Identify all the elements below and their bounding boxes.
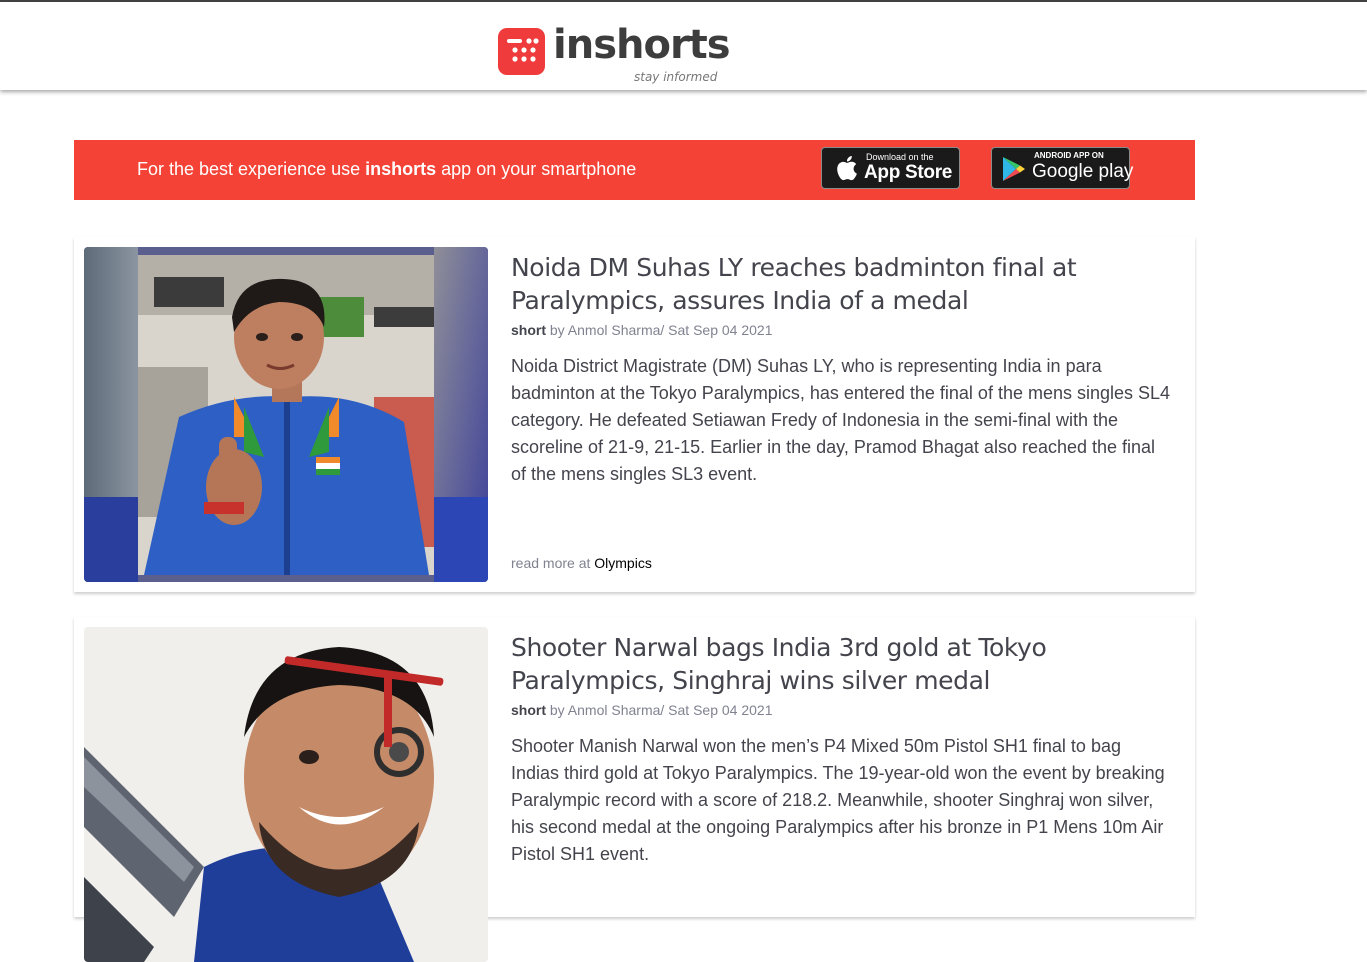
news-tag: short <box>511 322 546 338</box>
logo-text: inshorts <box>553 22 731 68</box>
inshorts-logo-icon <box>498 28 545 75</box>
apple-icon <box>837 156 857 181</box>
news-body: Noida District Magistrate (DM) Suhas LY,… <box>511 356 1171 484</box>
read-more: read more at Olympics <box>511 555 652 571</box>
banner-text-prefix: For the best experience use <box>137 159 366 179</box>
app-store-button[interactable]: Download on the App Store <box>821 147 960 189</box>
banner-text-brand: inshorts <box>365 159 437 179</box>
banner-text-suffix: app on your smartphone <box>436 159 637 179</box>
google-play-icon <box>1003 157 1025 181</box>
news-title[interactable]: Noida DM Suhas LY reaches badminton fina… <box>511 251 1151 317</box>
gplay-small-text: ANDROID APP ON <box>1034 151 1104 160</box>
logo-tagline: stay informed <box>634 70 718 84</box>
appstore-big-text: App Store <box>864 162 953 183</box>
news-byline: by Anmol Sharma/ Sat Sep 04 2021 <box>546 702 773 718</box>
news-card: Noida DM Suhas LY reaches badminton fina… <box>74 237 1195 592</box>
news-title[interactable]: Shooter Narwal bags India 3rd gold at To… <box>511 631 1151 697</box>
site-header: inshorts stay informed <box>0 2 1367 90</box>
news-body: Shooter Manish Narwal won the men’s P4 M… <box>511 736 1165 864</box>
banner-text: For the best experience use inshorts app… <box>137 159 636 180</box>
read-more-prefix: read more at <box>511 555 595 571</box>
news-image[interactable] <box>84 247 488 582</box>
app-promo-banner: For the best experience use inshorts app… <box>74 140 1195 200</box>
news-byline: by Anmol Sharma/ Sat Sep 04 2021 <box>546 322 773 338</box>
source-link[interactable]: Olympics <box>594 555 652 571</box>
news-meta: short by Anmol Sharma/ Sat Sep 04 2021 <box>511 322 772 338</box>
news-meta: short by Anmol Sharma/ Sat Sep 04 2021 <box>511 702 772 718</box>
gplay-big-text: Google play <box>1032 161 1134 182</box>
news-card: Shooter Narwal bags India 3rd gold at To… <box>74 617 1195 962</box>
news-image[interactable] <box>84 627 488 962</box>
appstore-small-text: Download on the <box>866 152 934 162</box>
google-play-button[interactable]: ANDROID APP ON Google play <box>991 147 1134 189</box>
news-tag: short <box>511 702 546 718</box>
